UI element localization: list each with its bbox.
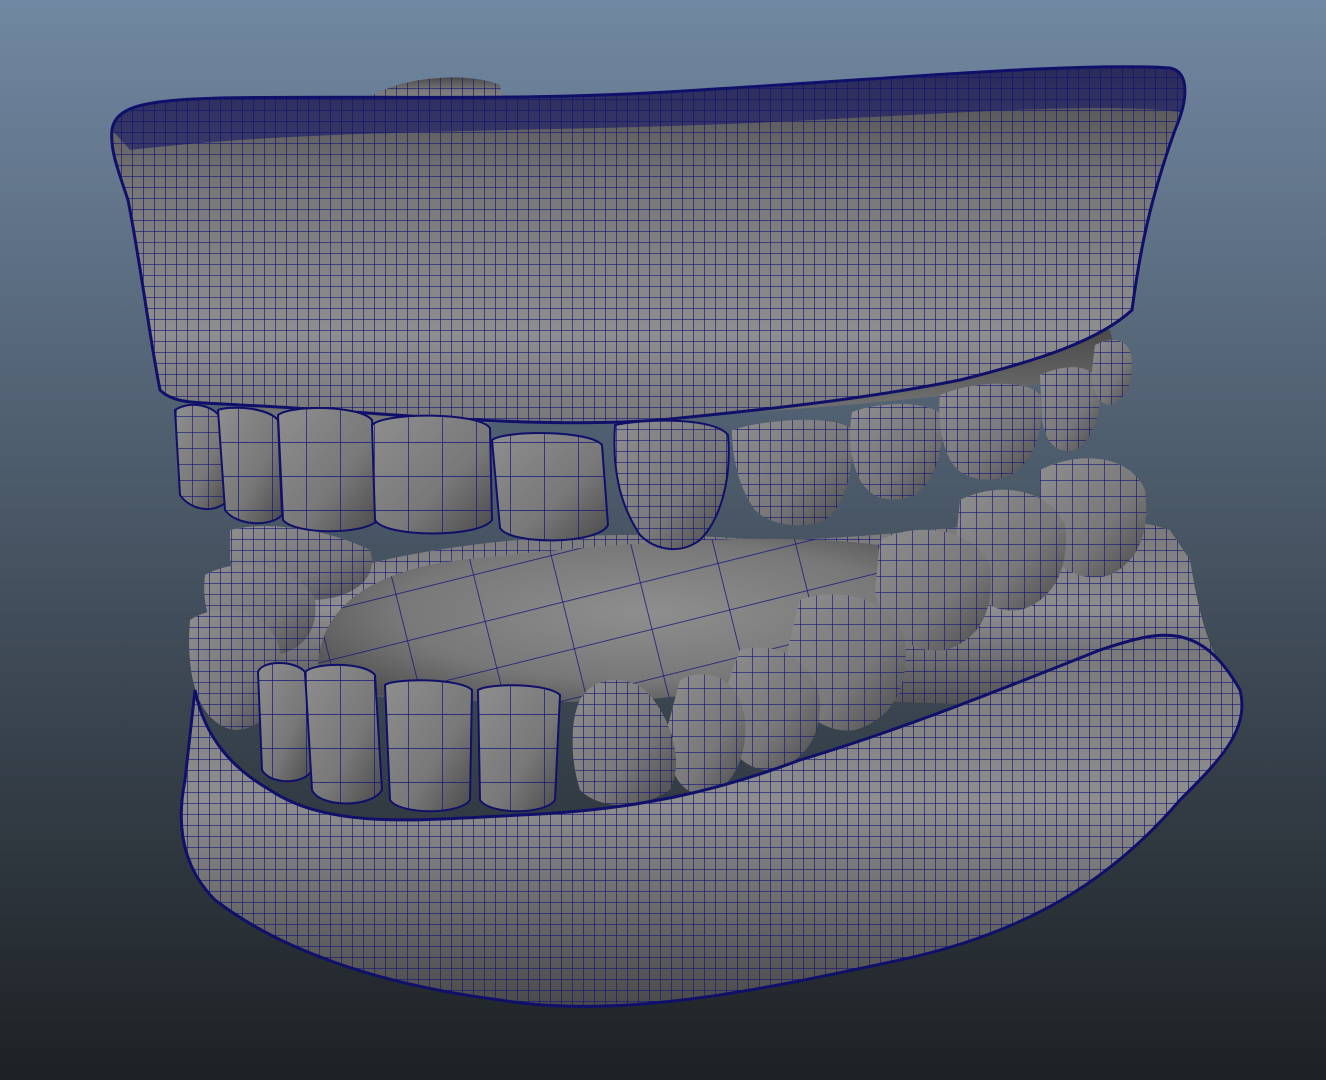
3d-viewport[interactable] xyxy=(0,0,1326,1080)
upper-left-teeth[interactable] xyxy=(173,403,284,525)
viewport-canvas[interactable] xyxy=(0,0,1326,1080)
